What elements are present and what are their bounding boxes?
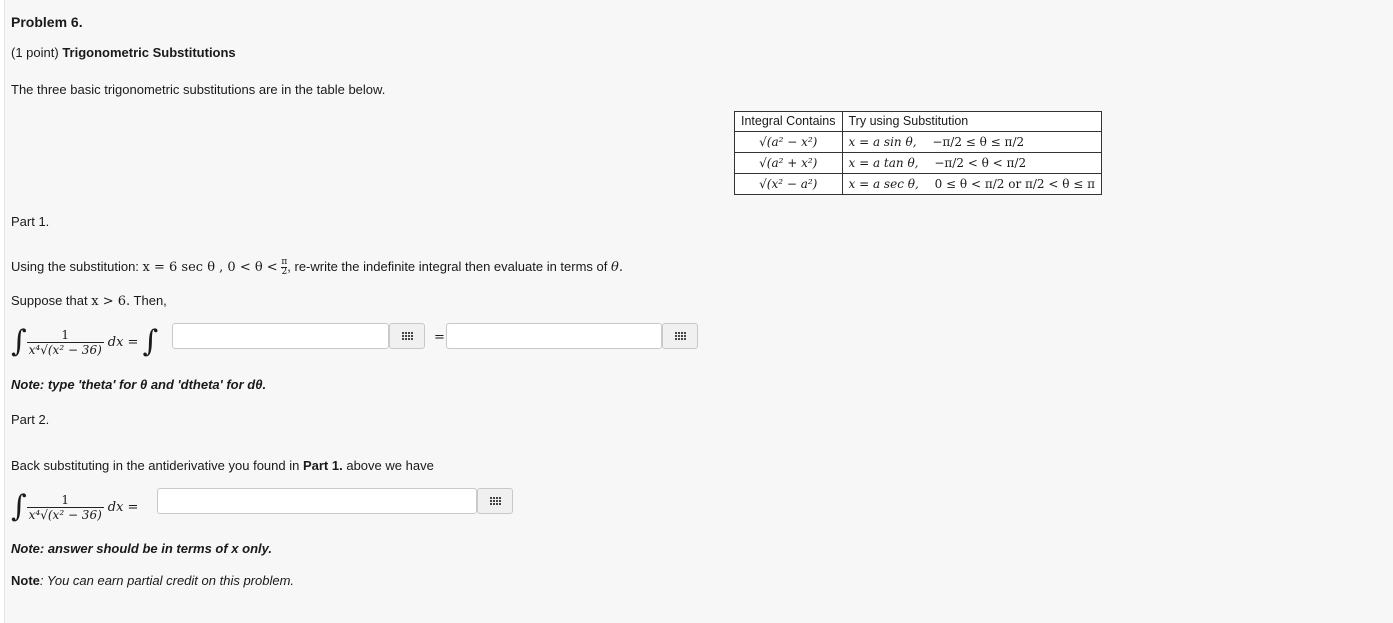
substitution-expr: x = a tan θ, (848, 155, 919, 170)
contains-cell: √(a² − x²) (734, 131, 843, 153)
table-row: √(a² + x²) x = a tan θ, −π/2 < θ < π/2 (734, 152, 1103, 174)
part2-integral: ∫ 1 x⁴√(x² − 36) dx = (11, 487, 138, 527)
grid-icon (489, 497, 501, 505)
part1-integral: ∫ 1 x⁴√(x² − 36) dx = ∫ (11, 322, 158, 362)
range-expr: 0 ≤ θ < π/2 or π/2 < θ ≤ π (934, 176, 1096, 191)
problem-title: Problem 6. (11, 14, 83, 30)
equals-sign: = (434, 330, 445, 345)
note-text: : You can earn partial credit on this pr… (39, 573, 295, 588)
equation-editor-button[interactable] (389, 323, 425, 349)
table-row: √(x² − a²) x = a sec θ, 0 ≤ θ < π/2 or π… (734, 173, 1103, 195)
contains-cell: √(a² + x²) (734, 152, 843, 174)
part1-note: Note: type 'theta' for θ and 'dtheta' fo… (11, 377, 267, 392)
integrand-numerator: 1 (26, 493, 104, 508)
suppose-suffix: Then, (133, 293, 167, 308)
integral-sign: ∫ (142, 324, 159, 359)
substitution-math: x = 6 sec θ , 0 < θ < (142, 259, 278, 275)
suppose-math: x > 6. (91, 294, 131, 309)
suppose-prefix: Suppose that (11, 293, 88, 308)
part2-heading: Part 2. (11, 412, 50, 427)
part-reference: Part 1. (302, 458, 343, 473)
part2-note: Note: answer should be in terms of x onl… (11, 541, 273, 556)
intro-suffix: above we have (346, 458, 434, 473)
intro-prefix: Back substituting in the antiderivative … (11, 458, 300, 473)
part2-intro: Back substituting in the antiderivative … (11, 458, 434, 473)
topic-label: Trigonometric Substitutions (62, 45, 236, 60)
integral-sign: ∫ (11, 489, 27, 524)
integrand-denominator: x⁴√(x² − 36) (28, 342, 102, 357)
equation-editor-button[interactable] (477, 488, 513, 514)
substitution-expr: x = a sin θ, (848, 134, 917, 149)
substitution-cell: x = a tan θ, −π/2 < θ < π/2 (841, 152, 1103, 174)
note-label: Note (11, 573, 40, 588)
intro-text: The three basic trigonometric substituti… (11, 82, 386, 97)
integrand-numerator: 1 (26, 328, 104, 343)
part1-answer-input[interactable] (446, 323, 662, 349)
range-expr: −π/2 ≤ θ ≤ π/2 (932, 134, 1025, 149)
integral-sign: ∫ (11, 324, 27, 359)
partial-credit-note: Note: You can earn partial credit on thi… (11, 573, 294, 588)
contains-cell: √(x² − a²) (734, 173, 843, 195)
problem-subtitle: (1 point) Trigonometric Substitutions (11, 45, 236, 60)
table-row: √(a² − x²) x = a sin θ, −π/2 ≤ θ ≤ π/2 (734, 131, 1103, 153)
dx-equals: dx = (107, 334, 139, 350)
theta-symbol: θ. (611, 259, 623, 275)
part1-integral-input[interactable] (172, 323, 389, 349)
integrand-fraction: 1 x⁴√(x² − 36) (26, 328, 104, 357)
grid-icon (401, 332, 413, 340)
integrand-denominator: x⁴√(x² − 36) (28, 507, 102, 522)
points-label: (1 point) (11, 45, 59, 60)
grid-icon (674, 332, 686, 340)
substitution-cell: x = a sec θ, 0 ≤ θ < π/2 or π/2 < θ ≤ π (841, 173, 1103, 195)
integrand-fraction: 1 x⁴√(x² − 36) (26, 493, 104, 522)
instruction-suffix: , re-write the indefinite integral then … (287, 258, 608, 274)
substitution-table: Integral Contains Try using Substitution… (734, 111, 1103, 195)
substitution-cell: x = a sin θ, −π/2 ≤ θ ≤ π/2 (841, 131, 1103, 153)
part1-instruction: Using the substitution: x = 6 sec θ , 0 … (11, 258, 623, 277)
part1-heading: Part 1. (11, 214, 50, 229)
part2-answer-input[interactable] (157, 488, 477, 514)
suppose-line: Suppose that x > 6. Then, (11, 293, 167, 309)
range-expr: −π/2 < θ < π/2 (934, 155, 1027, 170)
header-integral-contains: Integral Contains (734, 111, 843, 132)
substitution-expr: x = a sec θ, (848, 176, 919, 191)
dx-equals: dx = (107, 499, 139, 515)
instruction-prefix: Using the substitution: (11, 258, 139, 274)
equation-editor-button[interactable] (662, 323, 698, 349)
table-header-row: Integral Contains Try using Substitution (734, 111, 1103, 132)
header-try-substitution: Try using Substitution (841, 111, 1103, 132)
